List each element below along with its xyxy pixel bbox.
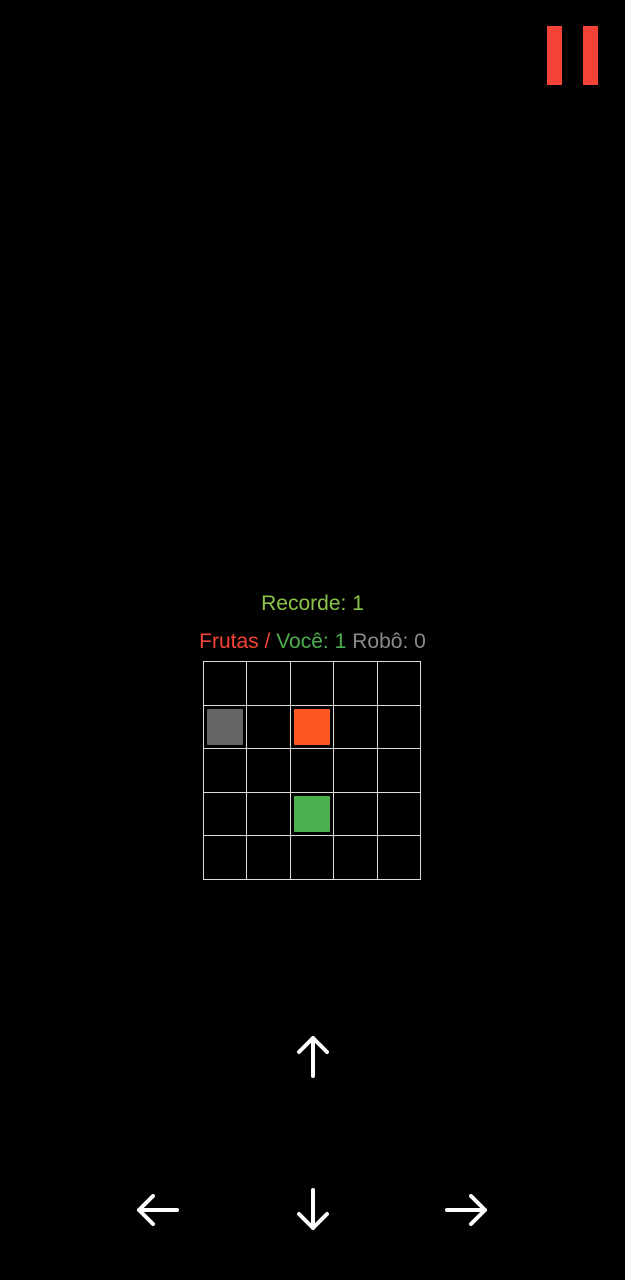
game-board xyxy=(203,661,421,880)
board-cell xyxy=(290,749,335,793)
move-left-button[interactable] xyxy=(113,1170,203,1250)
score-display: Frutas / Você: 1 Robô: 0 xyxy=(0,630,625,654)
board-cell xyxy=(290,705,335,750)
arrow-left-icon xyxy=(137,1194,179,1226)
you-score: 1 xyxy=(334,630,347,653)
record-display: Recorde: 1 xyxy=(0,592,625,616)
board-cell xyxy=(204,749,248,793)
board-cell xyxy=(334,749,378,793)
board-cell xyxy=(247,705,291,750)
pause-icon-bar xyxy=(583,26,598,85)
arrow-right-icon xyxy=(445,1194,487,1226)
board-cell xyxy=(247,792,291,837)
board-cell xyxy=(204,836,248,880)
pause-button[interactable] xyxy=(540,18,606,94)
move-up-button[interactable] xyxy=(268,1016,358,1096)
player-piece xyxy=(293,795,331,833)
arrow-down-icon xyxy=(297,1188,329,1230)
robot-label: Robô: xyxy=(352,630,409,653)
board-cell xyxy=(334,792,378,837)
fruits-label: Frutas / xyxy=(199,630,271,653)
board-cell xyxy=(247,662,291,706)
board-cell xyxy=(377,662,421,706)
record-value: 1 xyxy=(352,592,364,615)
you-label: Você: xyxy=(276,630,329,653)
board-cell xyxy=(334,705,378,750)
robot-piece xyxy=(207,708,244,746)
board-cell xyxy=(247,749,291,793)
pause-icon xyxy=(547,26,562,85)
game-screen: Recorde: 1 Frutas / Você: 1 Robô: 0 xyxy=(0,0,625,1280)
board-cell xyxy=(377,749,421,793)
robot-score: 0 xyxy=(414,630,426,653)
board-cell xyxy=(377,792,421,837)
record-label: Recorde: xyxy=(261,592,347,615)
fruit-piece xyxy=(293,708,331,746)
board-cell xyxy=(290,792,335,837)
board-cell xyxy=(204,705,248,750)
board-cell xyxy=(247,836,291,880)
move-right-button[interactable] xyxy=(421,1170,511,1250)
move-down-button[interactable] xyxy=(268,1170,358,1250)
board-cell xyxy=(290,662,335,706)
board-cell xyxy=(334,836,378,880)
board-cell xyxy=(377,705,421,750)
board-cell xyxy=(204,792,248,837)
board-cell xyxy=(334,662,378,706)
board-cell xyxy=(290,836,335,880)
arrow-up-icon xyxy=(297,1036,329,1078)
board-cell xyxy=(377,836,421,880)
board-cell xyxy=(204,662,248,706)
